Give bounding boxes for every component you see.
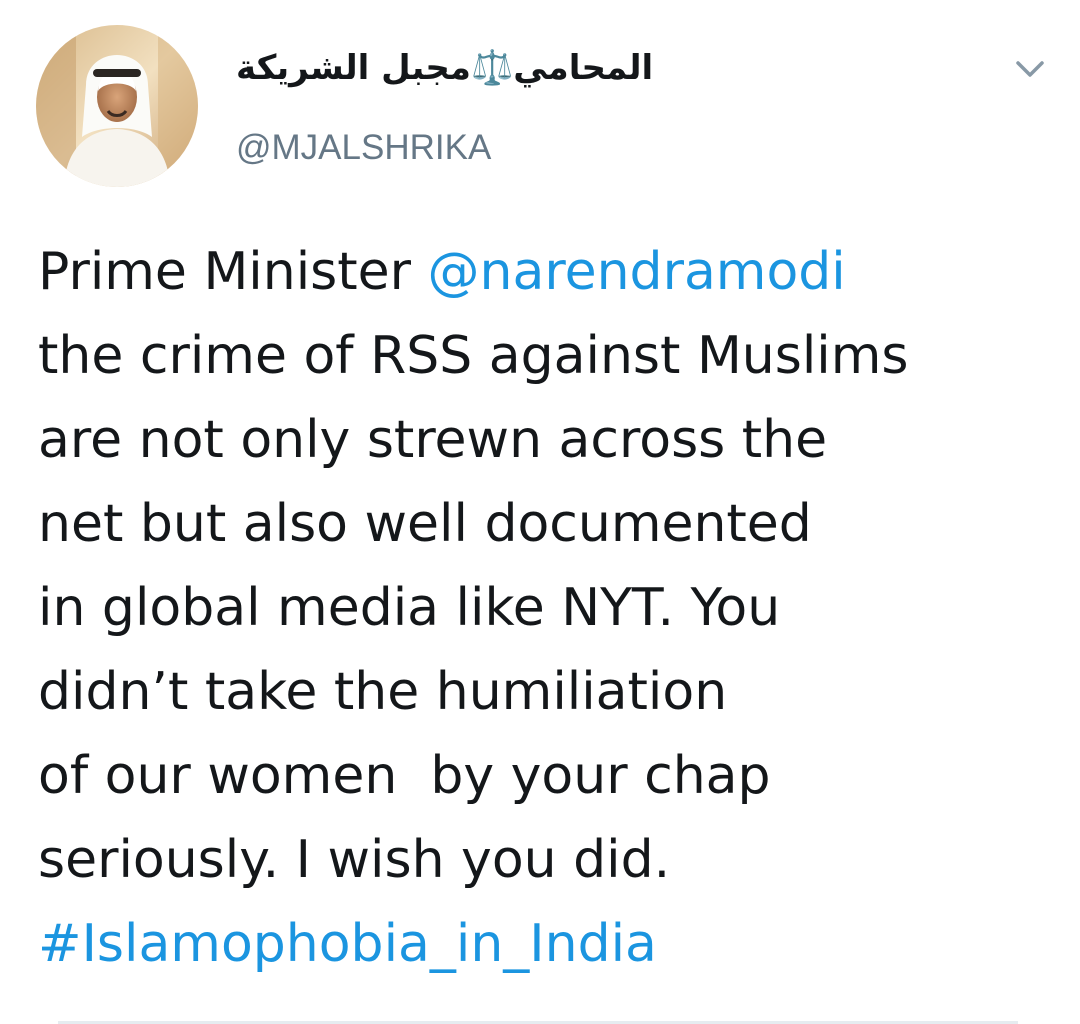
tweet-line-3: are not only strewn across the — [38, 410, 828, 470]
author-handle[interactable]: @MJALSHRIKA — [236, 124, 491, 172]
avatar-photo — [36, 25, 198, 187]
chevron-down-icon[interactable] — [1008, 52, 1052, 86]
author-display-name[interactable]: المحامي⚖️مجبل الشريكة — [236, 44, 653, 92]
avatar[interactable] — [36, 25, 198, 187]
tweet-text-prefix: Prime Minister — [38, 242, 428, 302]
tweet-line-5: in global media like NYT. You — [38, 578, 781, 638]
tweet-text: Prime Minister @narendramodi the crime o… — [38, 230, 1048, 986]
mention-link[interactable]: @narendramodi — [428, 242, 846, 302]
tweet-line-8: seriously. I wish you did. — [38, 830, 671, 890]
tweet-line-4: net but also well documented — [38, 494, 812, 554]
tweet-line-1: Prime Minister @narendramodi — [38, 230, 1048, 314]
tweet-line-6: didn’t take the humiliation — [38, 662, 728, 722]
hashtag-link[interactable]: #Islamophobia_in_India — [38, 902, 1048, 986]
tweet-line-2: the crime of RSS against Muslims — [38, 326, 909, 386]
tweet-line-7: of our women by your chap — [38, 746, 771, 806]
